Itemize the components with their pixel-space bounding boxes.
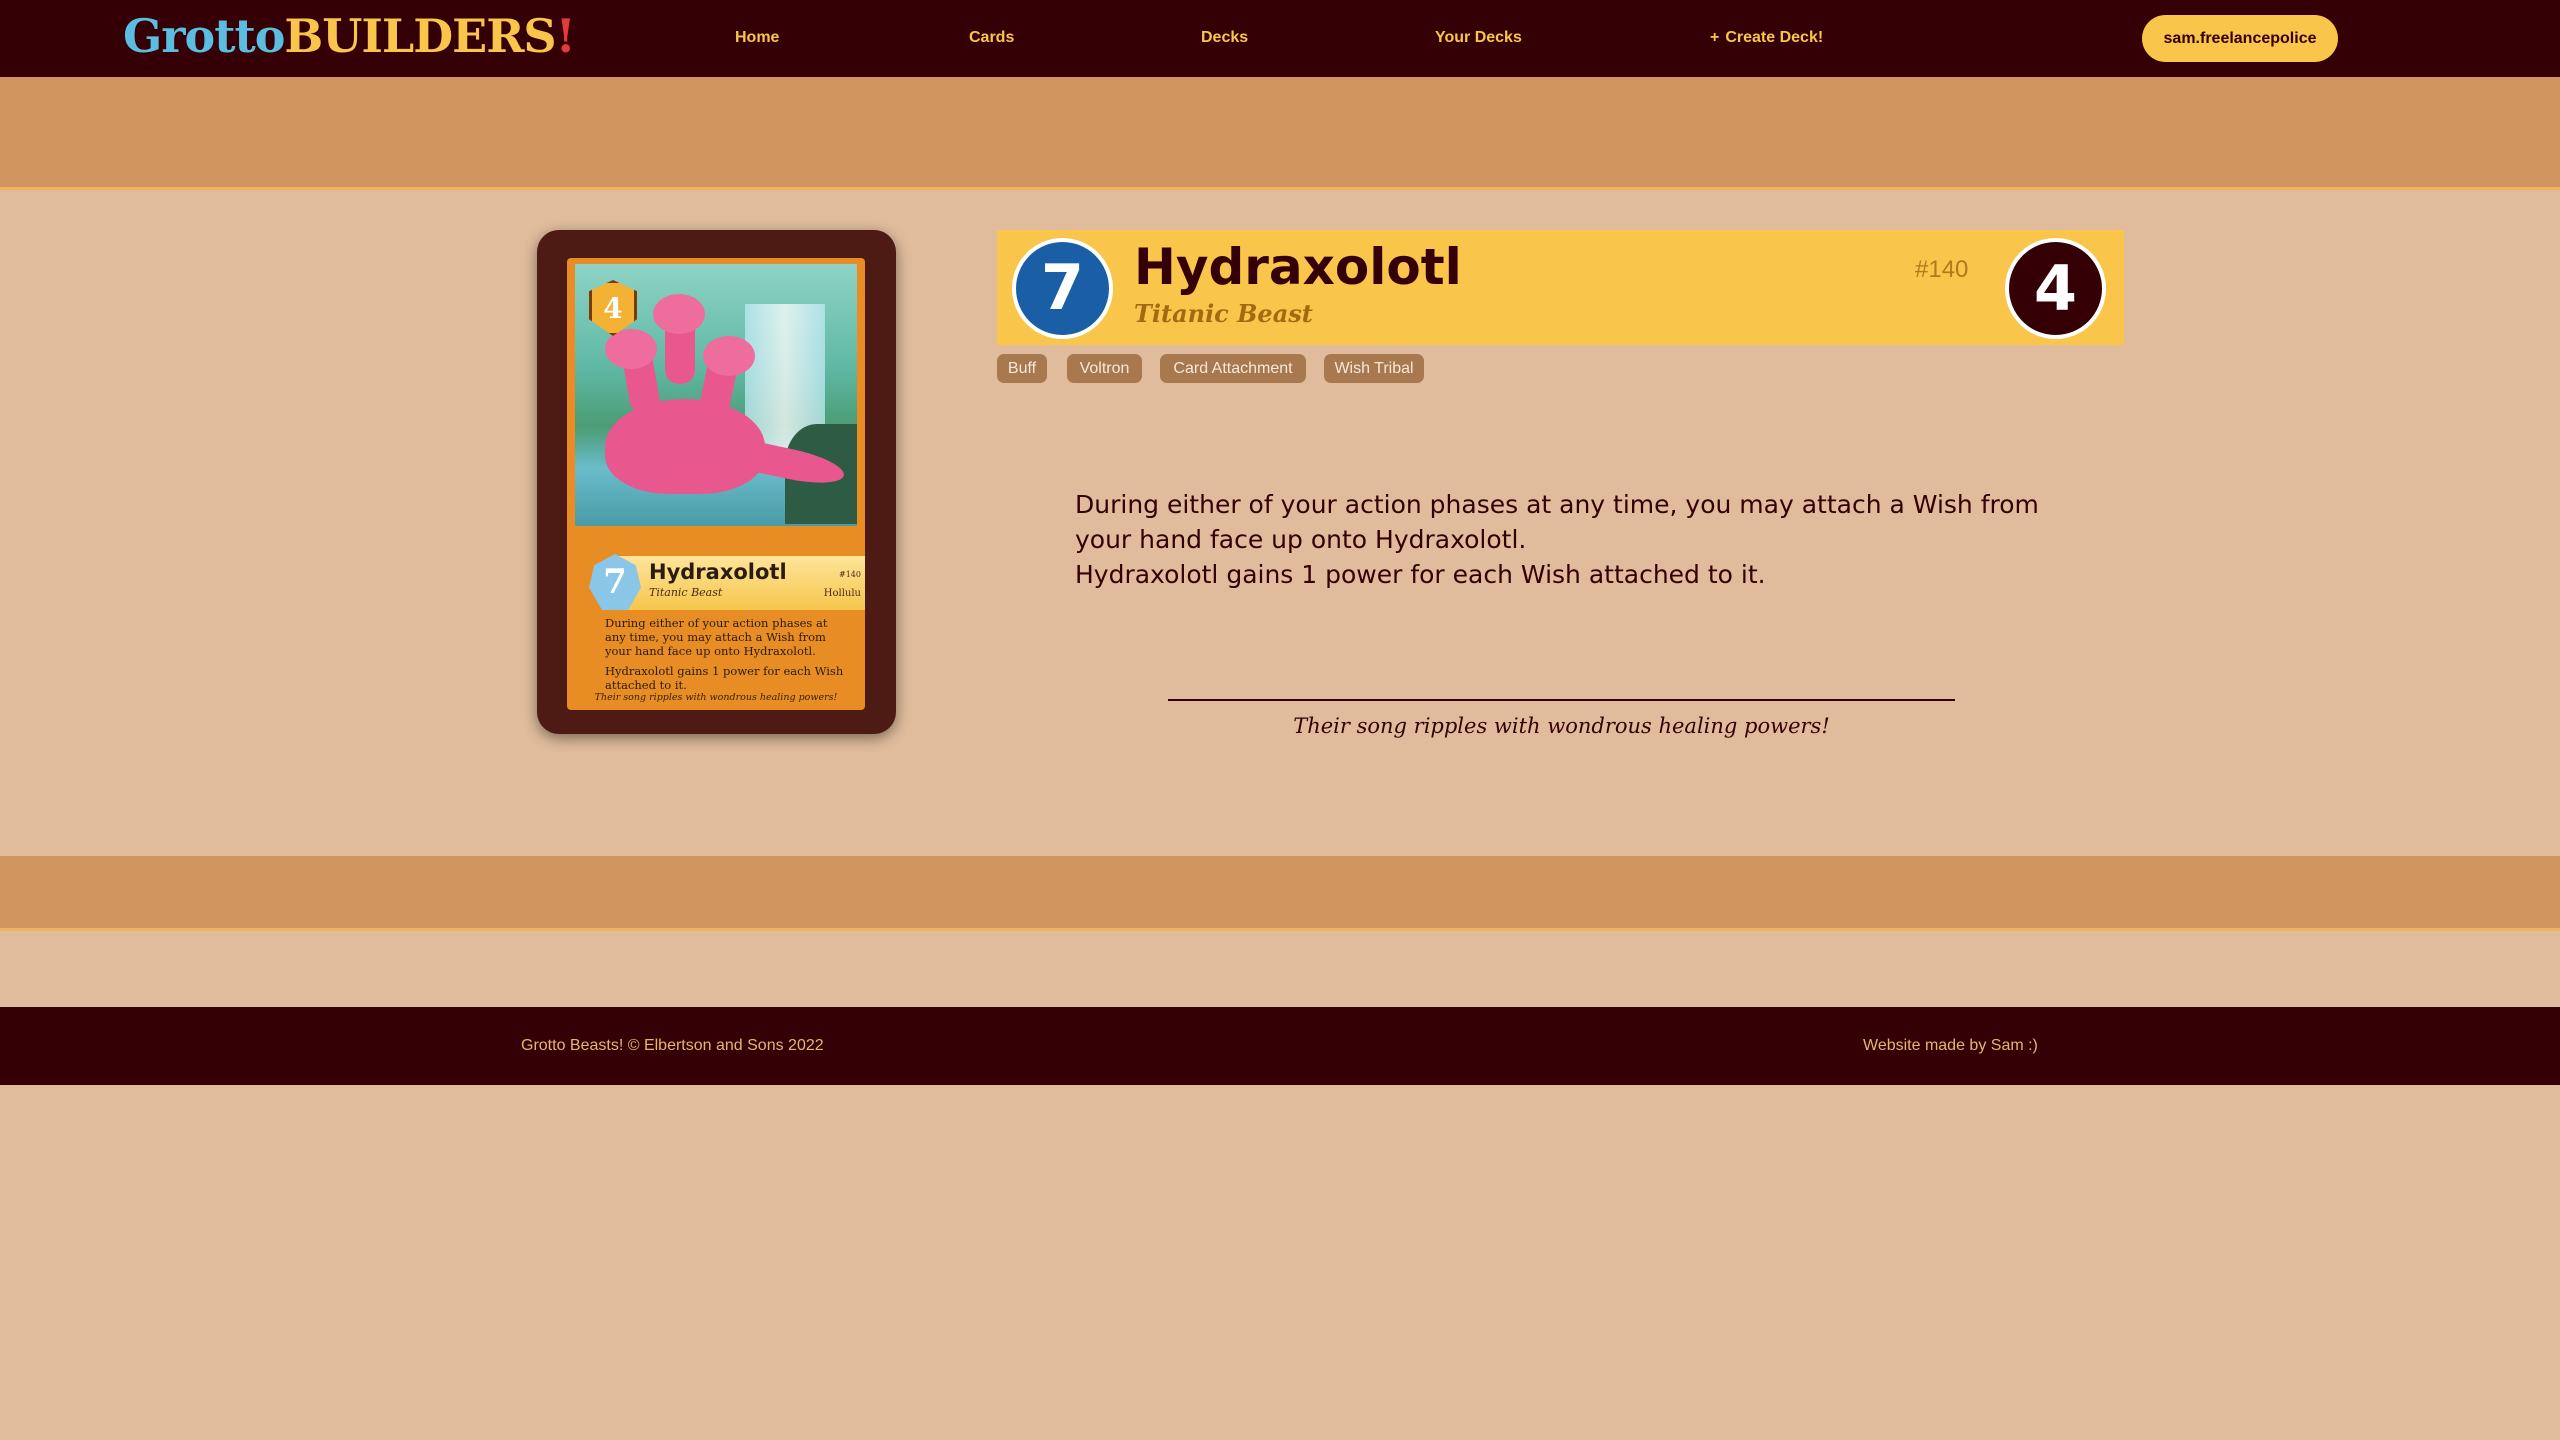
cost-circle: 7 bbox=[1012, 238, 1113, 339]
logo-text-builders: BUILDERS bbox=[284, 9, 556, 63]
card-image-number: #140 bbox=[839, 570, 861, 579]
tag-wish-tribal[interactable]: Wish Tribal bbox=[1324, 354, 1424, 383]
tag-voltron[interactable]: Voltron bbox=[1067, 354, 1142, 383]
card-image-text-line: During either of your action phases at a… bbox=[605, 616, 828, 658]
logo-text-grotto: Grotto bbox=[123, 9, 285, 63]
tag-buff[interactable]: Buff bbox=[997, 354, 1047, 383]
card-face: 4 Hydraxolotl Titanic Beast #140 Hollulu… bbox=[567, 258, 865, 710]
card-image-artist: Hollulu bbox=[823, 588, 861, 599]
nav-cards-link[interactable]: Cards bbox=[969, 26, 1014, 50]
power-circle: 4 bbox=[2005, 238, 2106, 339]
card-image[interactable]: 4 Hydraxolotl Titanic Beast #140 Hollulu… bbox=[537, 230, 896, 734]
ability-line: During either of your action phases at a… bbox=[1075, 490, 2039, 554]
site-logo[interactable]: GrottoBUILDERS! bbox=[123, 6, 576, 66]
card-name: Hydraxolotl bbox=[1134, 238, 1462, 296]
user-account-button[interactable]: sam.freelancepolice bbox=[2142, 15, 2338, 62]
card-image-title-banner: Hydraxolotl Titanic Beast #140 Hollulu bbox=[615, 556, 865, 610]
nav-your-decks-link[interactable]: Your Decks bbox=[1435, 26, 1522, 50]
card-image-flavor: Their song ripples with wondrous healing… bbox=[594, 692, 838, 703]
nav-decks-link[interactable]: Decks bbox=[1201, 26, 1248, 50]
card-image-text-line: Hydraxolotl gains 1 power for each Wish … bbox=[605, 664, 844, 692]
nav-home-link[interactable]: Home bbox=[735, 26, 779, 50]
bottom-banner-band bbox=[0, 856, 2560, 931]
card-image-title: Hydraxolotl bbox=[649, 560, 787, 584]
creature-head bbox=[703, 336, 755, 376]
ability-line: Hydraxolotl gains 1 power for each Wish … bbox=[1075, 560, 1766, 589]
plus-icon: + bbox=[1710, 29, 1720, 46]
nav-create-deck-link[interactable]: + Create Deck! bbox=[1710, 26, 1823, 50]
flavor-divider bbox=[1168, 699, 1955, 701]
card-image-type: Titanic Beast bbox=[649, 586, 723, 599]
flavor-text: Their song ripples with wondrous healing… bbox=[1293, 714, 1830, 738]
card-image-text: During either of your action phases at a… bbox=[605, 616, 845, 698]
card-header-bar: 7 Hydraxolotl Titanic Beast #140 4 bbox=[997, 230, 2124, 345]
card-type: Titanic Beast bbox=[1134, 299, 1313, 328]
ability-text: During either of your action phases at a… bbox=[1075, 487, 2055, 592]
create-deck-label: Create Deck! bbox=[1725, 29, 1824, 46]
top-banner-band bbox=[0, 77, 2560, 190]
navbar: GrottoBUILDERS! Home Cards Decks Your De… bbox=[0, 0, 2560, 77]
card-number: #140 bbox=[1915, 256, 1969, 283]
logo-text-exclaim: ! bbox=[555, 9, 576, 63]
tag-card-attachment[interactable]: Card Attachment bbox=[1160, 354, 1306, 383]
footer-copyright: Grotto Beasts! © Elbertson and Sons 2022 bbox=[521, 1037, 824, 1054]
footer-credit: Website made by Sam :) bbox=[1863, 1037, 2038, 1054]
creature-head bbox=[653, 294, 705, 334]
footer: Grotto Beasts! © Elbertson and Sons 2022… bbox=[0, 1007, 2560, 1085]
